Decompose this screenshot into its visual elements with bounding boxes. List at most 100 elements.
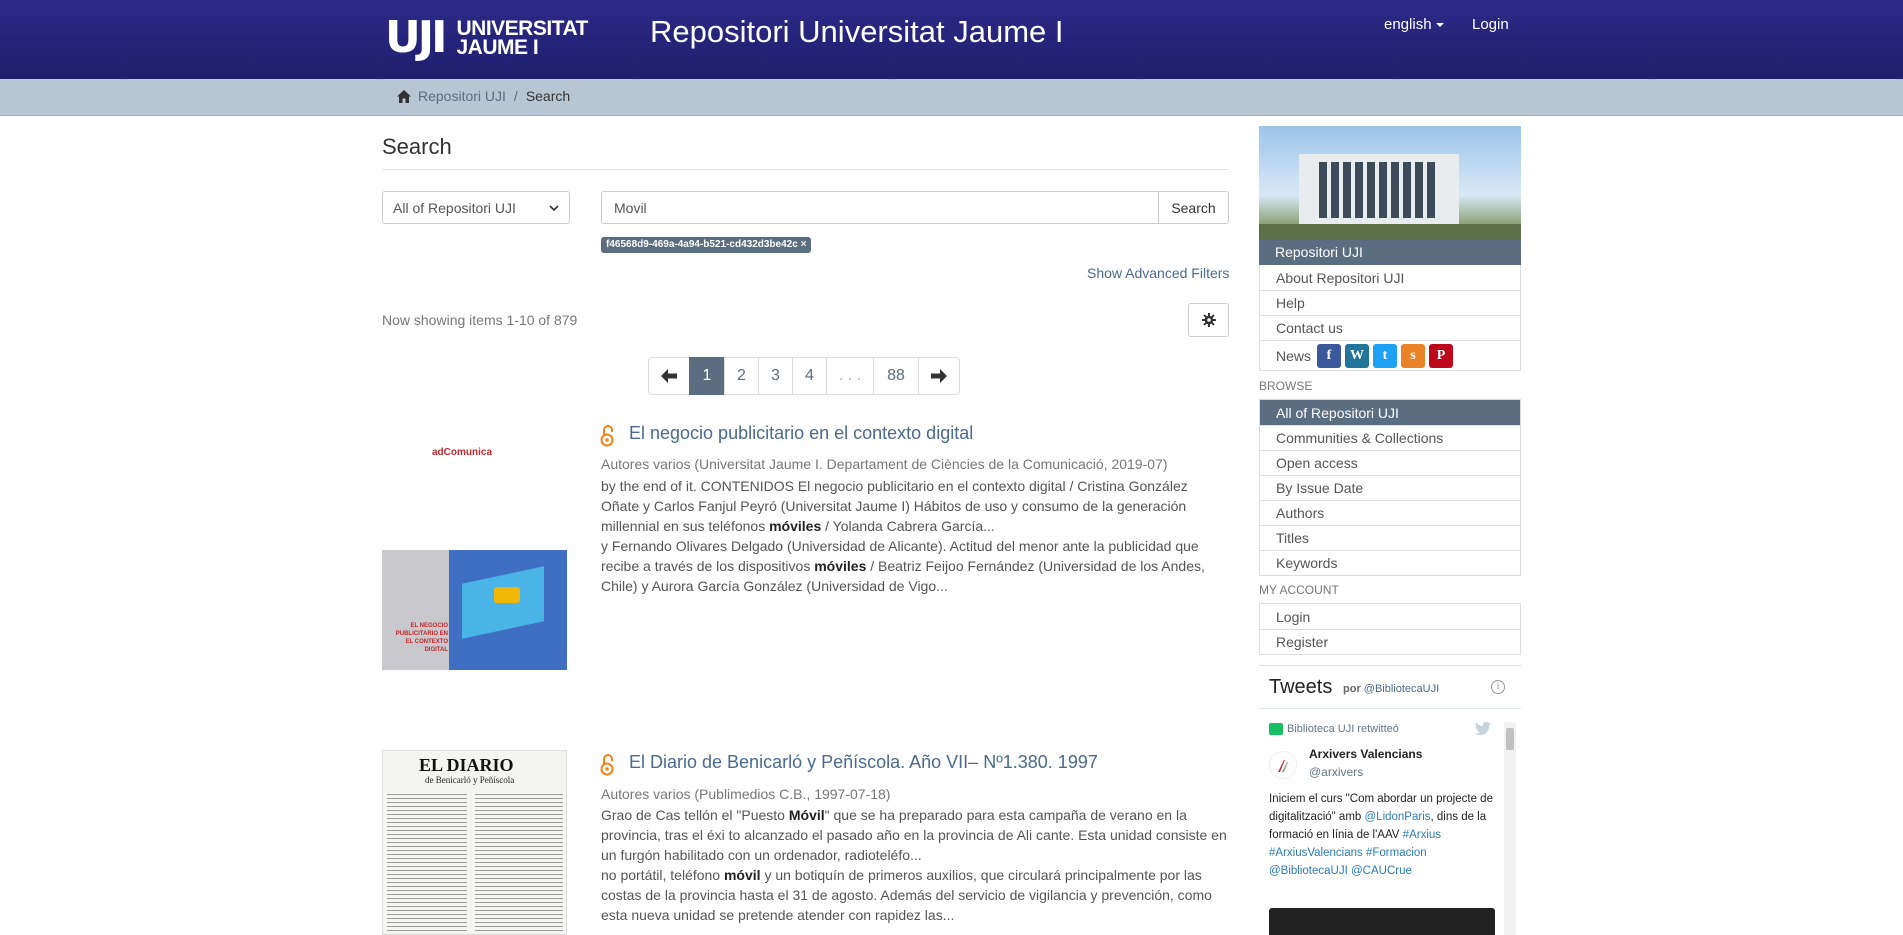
pagination-page-4[interactable]: 4 xyxy=(792,357,827,395)
show-advanced-filters-link[interactable]: Show Advanced Filters xyxy=(1087,265,1229,281)
pinterest-icon[interactable]: P xyxy=(1429,343,1454,368)
retweet-icon xyxy=(1269,723,1283,735)
twitter-bird-icon[interactable] xyxy=(1475,722,1491,736)
uji-logo[interactable]: UJI UNIVERSITAT JAUME I xyxy=(385,12,588,63)
tweet-author-handle[interactable]: @arxivers xyxy=(1309,765,1363,779)
active-filter-tag[interactable]: f46568d9-469a-4a94-b521-cd432d3be42c × xyxy=(601,237,812,253)
tweet-media[interactable] xyxy=(1269,908,1495,935)
wordpress-icon[interactable]: W xyxy=(1345,343,1370,368)
thumbnail-caption: EL NEGOCIO PUBLICITARIO EN EL CONTEXTO D… xyxy=(395,623,448,653)
pagination-page-2[interactable]: 2 xyxy=(724,357,759,395)
sidebar-repo-list: About Repositori UJI Help Contact us New… xyxy=(1259,265,1521,371)
tweets-scrollbar-thumb[interactable] xyxy=(1506,728,1514,750)
snippet-text: Grao de Cas tellón el "Puesto xyxy=(601,807,789,823)
sidebar-item-help[interactable]: Help xyxy=(1260,290,1520,315)
page-title: Search xyxy=(382,134,452,159)
arrow-left-icon xyxy=(661,369,677,383)
tweet-text: Iniciem el curs "Com abordar un projecte… xyxy=(1269,790,1495,880)
scope-value: All of Repositori UJI xyxy=(393,199,516,216)
search-button[interactable]: Search xyxy=(1158,191,1229,224)
pagination-page-88[interactable]: 88 xyxy=(873,357,919,395)
snippet-text: / Yolanda Cabrera García... xyxy=(821,518,995,534)
snippet-highlight: móviles xyxy=(769,518,822,534)
thumbnail-subhead: de Benicarló y Peñíscola xyxy=(425,775,515,785)
tweet-author-name[interactable]: Arxivers Valencians xyxy=(1309,747,1422,761)
sidebar-repo-header[interactable]: Repositori UJI xyxy=(1259,240,1521,265)
breadcrumb-home-link[interactable]: Repositori UJI xyxy=(418,88,506,104)
twitter-icon[interactable]: t xyxy=(1373,343,1398,368)
tweet-hashtag[interactable]: #Formacion xyxy=(1366,847,1427,859)
gear-icon xyxy=(1201,313,1216,327)
retweet-label: Biblioteca UJI retwitteó xyxy=(1287,723,1399,735)
tweet-hashtag[interactable]: #Arxius xyxy=(1403,829,1441,841)
logo-mark: UJI xyxy=(385,12,448,63)
sidebar-item-by-issue-date[interactable]: By Issue Date xyxy=(1260,475,1520,500)
sidebar-item-login[interactable]: Login xyxy=(1260,604,1520,629)
campus-photo xyxy=(1259,126,1521,241)
logo-line-2: JAUME I xyxy=(456,36,539,59)
result-thumbnail[interactable]: EL DIARIO de Benicarló y Peñíscola xyxy=(382,750,567,935)
result-meta: Autores varios (Universitat Jaume I. Dep… xyxy=(601,456,1168,472)
pagination-page-3[interactable]: 3 xyxy=(758,357,793,395)
snippet-text: no portátil, teléfono xyxy=(601,867,724,883)
language-dropdown[interactable]: english xyxy=(1384,16,1444,33)
arxivers-logo-icon xyxy=(1278,760,1288,772)
result-thumbnail[interactable]: adComunica EL NEGOCIO PUBLICITARIO EN EL… xyxy=(382,425,567,670)
scope-select[interactable]: All of Repositori UJI xyxy=(382,191,570,224)
result-title-link[interactable]: El negocio publicitario en el contexto d… xyxy=(629,423,973,444)
search-input[interactable]: Movil xyxy=(601,191,1159,224)
result-meta: Autores varios (Publimedios C.B., 1997-0… xyxy=(601,786,891,802)
sidebar-item-register[interactable]: Register xyxy=(1260,629,1520,654)
pagination: 1 2 3 4 . . . 88 xyxy=(648,357,960,395)
sidebar-item-about[interactable]: About Repositori UJI xyxy=(1260,265,1520,290)
facebook-icon[interactable]: f xyxy=(1317,343,1342,368)
tweets-divider xyxy=(1259,708,1521,709)
sidebar-item-titles[interactable]: Titles xyxy=(1260,525,1520,550)
tweet-mention[interactable]: @CAUCrue xyxy=(1351,865,1412,877)
breadcrumb-bar: Repositori UJI / Search xyxy=(0,79,1903,116)
pagination-page-1[interactable]: 1 xyxy=(689,357,725,395)
sidebar-item-open-access[interactable]: Open access xyxy=(1260,450,1520,475)
pagination-next[interactable] xyxy=(918,357,960,395)
tweet-hashtag[interactable]: #ArxiusValencians xyxy=(1269,847,1363,859)
retweet-line: Biblioteca UJI retwitteó xyxy=(1269,723,1399,735)
site-title[interactable]: Repositori Universitat Jaume I xyxy=(650,14,1064,50)
sidebar-browse-list: All of Repositori UJI Communities & Coll… xyxy=(1259,399,1521,576)
sidebar-item-keywords[interactable]: Keywords xyxy=(1260,550,1520,575)
sidebar-item-contact[interactable]: Contact us xyxy=(1260,315,1520,340)
news-label: News xyxy=(1276,347,1312,364)
thumbnail-badge xyxy=(494,587,520,603)
sidebar-item-authors[interactable]: Authors xyxy=(1260,500,1520,525)
tweets-by: por @BibliotecaUJI xyxy=(1343,683,1439,695)
pagination-prev[interactable] xyxy=(648,357,690,395)
snippet-highlight: móvil xyxy=(723,867,761,883)
tweets-scrollbar[interactable] xyxy=(1504,722,1516,935)
logo-text: UNIVERSITAT JAUME I xyxy=(456,18,588,59)
pagination-ellipsis: . . . xyxy=(826,357,874,395)
header-login-link[interactable]: Login xyxy=(1472,16,1509,33)
result-title-link[interactable]: El Diario de Benicarló y Peñíscola. Año … xyxy=(629,752,1098,773)
browse-label: BROWSE xyxy=(1259,379,1313,393)
slideshare-icon[interactable]: s xyxy=(1401,343,1426,368)
search-input-value: Movil xyxy=(614,199,647,216)
heading-divider xyxy=(382,169,1229,170)
arrow-right-icon xyxy=(931,369,947,383)
breadcrumb-current: Search xyxy=(525,88,571,104)
tweet-mention[interactable]: @LidonParis xyxy=(1365,811,1431,823)
info-icon[interactable]: i xyxy=(1491,680,1505,694)
thumbnail-column xyxy=(475,791,563,934)
sidebar-account-list: Login Register xyxy=(1259,603,1521,655)
results-settings-button[interactable] xyxy=(1188,303,1229,337)
result-snippet: by the end of it. CONTENIDOS El negocio … xyxy=(601,476,1229,596)
top-header: UJI UNIVERSITAT JAUME I Repositori Unive… xyxy=(0,0,1903,79)
sidebar-item-news: News f W t s P xyxy=(1260,340,1520,370)
home-icon xyxy=(397,89,411,103)
sidebar-item-all-of-repositori[interactable]: All of Repositori UJI xyxy=(1260,400,1520,425)
my-account-label: MY ACCOUNT xyxy=(1259,583,1339,597)
sidebar-item-communities[interactable]: Communities & Collections xyxy=(1260,425,1520,450)
tweets-by-handle[interactable]: @BibliotecaUJI xyxy=(1364,683,1439,695)
open-access-icon xyxy=(600,754,614,776)
thumbnail-masthead: EL DIARIO xyxy=(419,755,514,775)
tweet-mention[interactable]: @BibliotecaUJI xyxy=(1269,865,1348,877)
avatar[interactable] xyxy=(1269,751,1297,779)
